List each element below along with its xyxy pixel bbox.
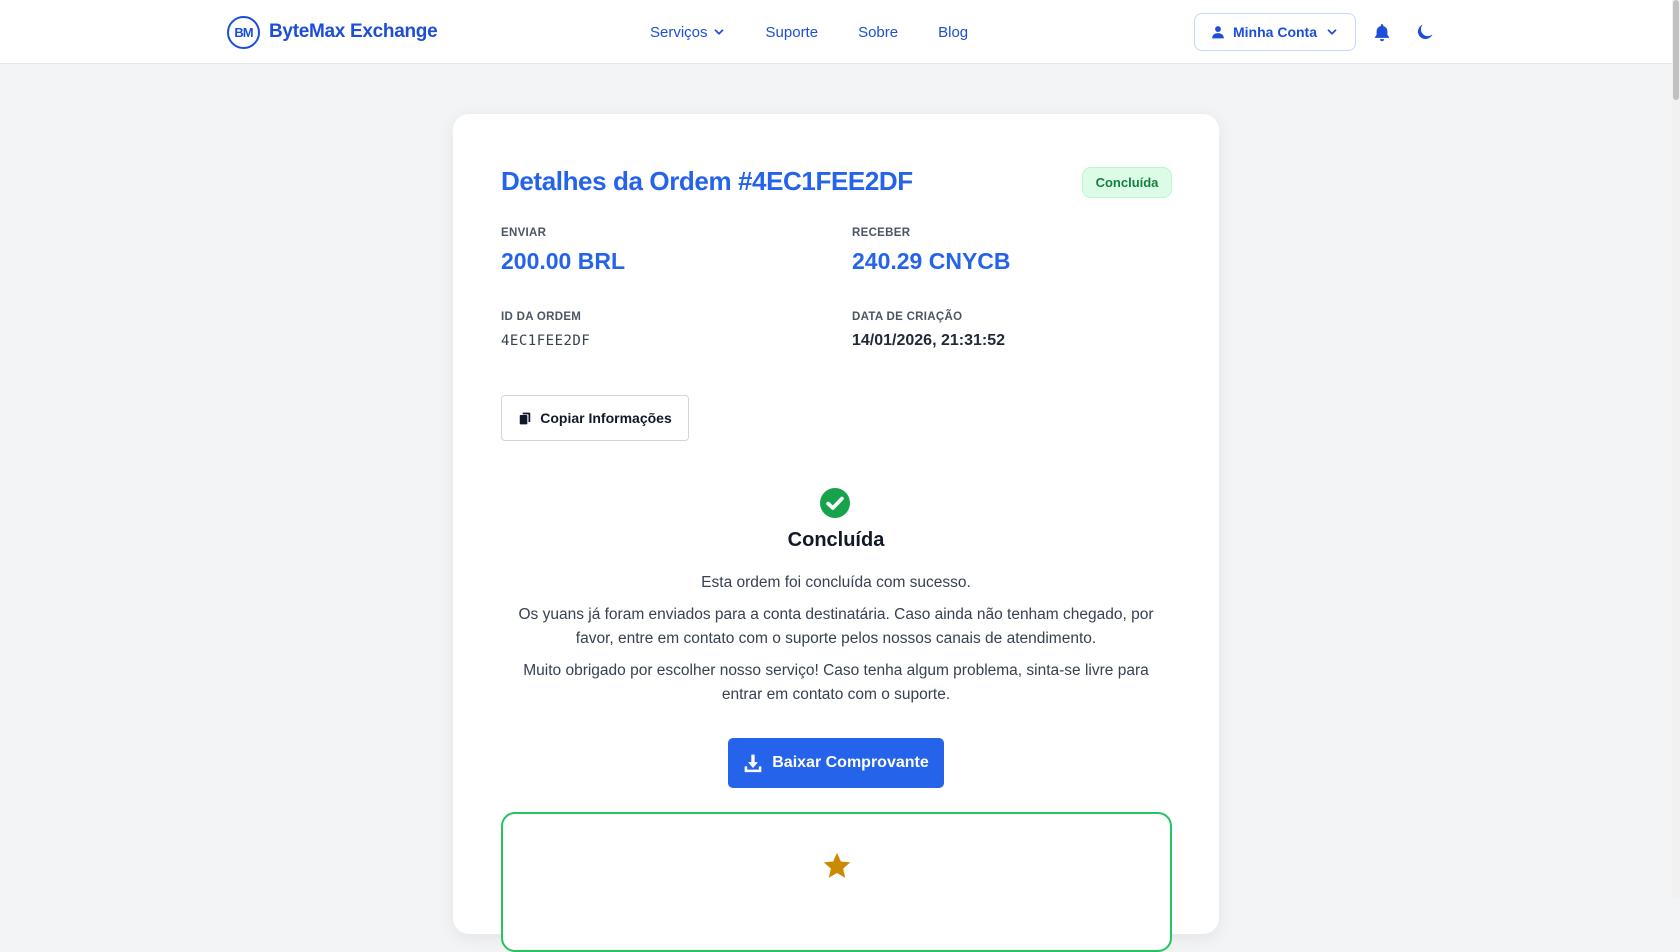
send-amount: 200.00 BRL <box>501 248 626 274</box>
copy-info-label: Copiar Informações <box>540 410 672 426</box>
chevron-down-icon <box>1327 29 1337 35</box>
send-label: ENVIAR <box>501 227 547 239</box>
logo[interactable]: BM ByteMax Exchange <box>227 15 438 49</box>
nav-item-suporte[interactable]: Suporte <box>766 24 819 41</box>
thank-you-message: Muito obrigado por escolher nosso serviç… <box>523 662 1149 703</box>
delivery-message: Os yuans já foram enviados para a conta … <box>518 606 1154 647</box>
order-id-label: ID DA ORDEM <box>501 311 582 323</box>
copy-info-button[interactable]: Copiar Informações <box>501 395 689 441</box>
logo-text: ByteMax Exchange <box>269 21 438 42</box>
notifications-button[interactable] <box>1368 18 1396 46</box>
nav-item-sobre[interactable]: Sobre <box>858 24 898 41</box>
receive-label: RECEBER <box>852 227 911 239</box>
account-label: Minha Conta <box>1233 24 1317 40</box>
chevron-down-icon <box>714 29 723 35</box>
download-receipt-button[interactable]: Baixar Comprovante <box>728 738 944 788</box>
star-icon[interactable] <box>822 851 852 881</box>
scrollbar-track[interactable] <box>1672 0 1680 898</box>
status-heading: Concluída <box>787 529 885 551</box>
order-details-card: Detalhes da Ordem #4EC1FEE2DF Concluída … <box>453 114 1219 952</box>
nav-item-label: Suporte <box>765 23 819 41</box>
bell-icon <box>1374 23 1390 41</box>
logo-mark-icon: BM <box>227 15 260 49</box>
download-icon <box>744 754 762 773</box>
copy-icon <box>520 412 531 424</box>
nav-item-label: Serviços <box>650 23 708 41</box>
created-date-label: DATA DE CRIAÇÃO <box>852 311 963 323</box>
check-circle-icon <box>820 488 850 518</box>
status-badge: Concluída <box>1082 167 1172 198</box>
nav-item-servicos[interactable]: Serviços <box>650 24 726 41</box>
main-nav: Serviços Suporte Sobre Blog <box>650 20 968 44</box>
theme-toggle-button[interactable] <box>1411 18 1439 46</box>
rating-panel <box>501 812 1172 952</box>
order-id-value: 4EC1FEE2DF <box>501 333 591 349</box>
user-icon <box>1212 26 1224 39</box>
status-message: Esta ordem foi concluída com sucesso. <box>701 574 971 591</box>
download-receipt-label: Baixar Comprovante <box>772 754 929 771</box>
nav-item-blog[interactable]: Blog <box>938 24 968 41</box>
nav-item-label: Sobre <box>858 23 899 41</box>
moon-icon <box>1417 24 1433 40</box>
top-navbar: BM ByteMax Exchange Serviços Suporte Sob… <box>0 0 1672 64</box>
page-title: Detalhes da Ordem #4EC1FEE2DF <box>501 166 913 196</box>
created-date-value: 14/01/2026, 21:31:52 <box>852 332 1006 349</box>
nav-item-label: Blog <box>938 23 969 41</box>
scrollbar-thumb[interactable] <box>1673 0 1679 100</box>
account-button[interactable]: Minha Conta <box>1194 13 1356 51</box>
receive-amount: 240.29 CNYCB <box>852 248 1011 274</box>
